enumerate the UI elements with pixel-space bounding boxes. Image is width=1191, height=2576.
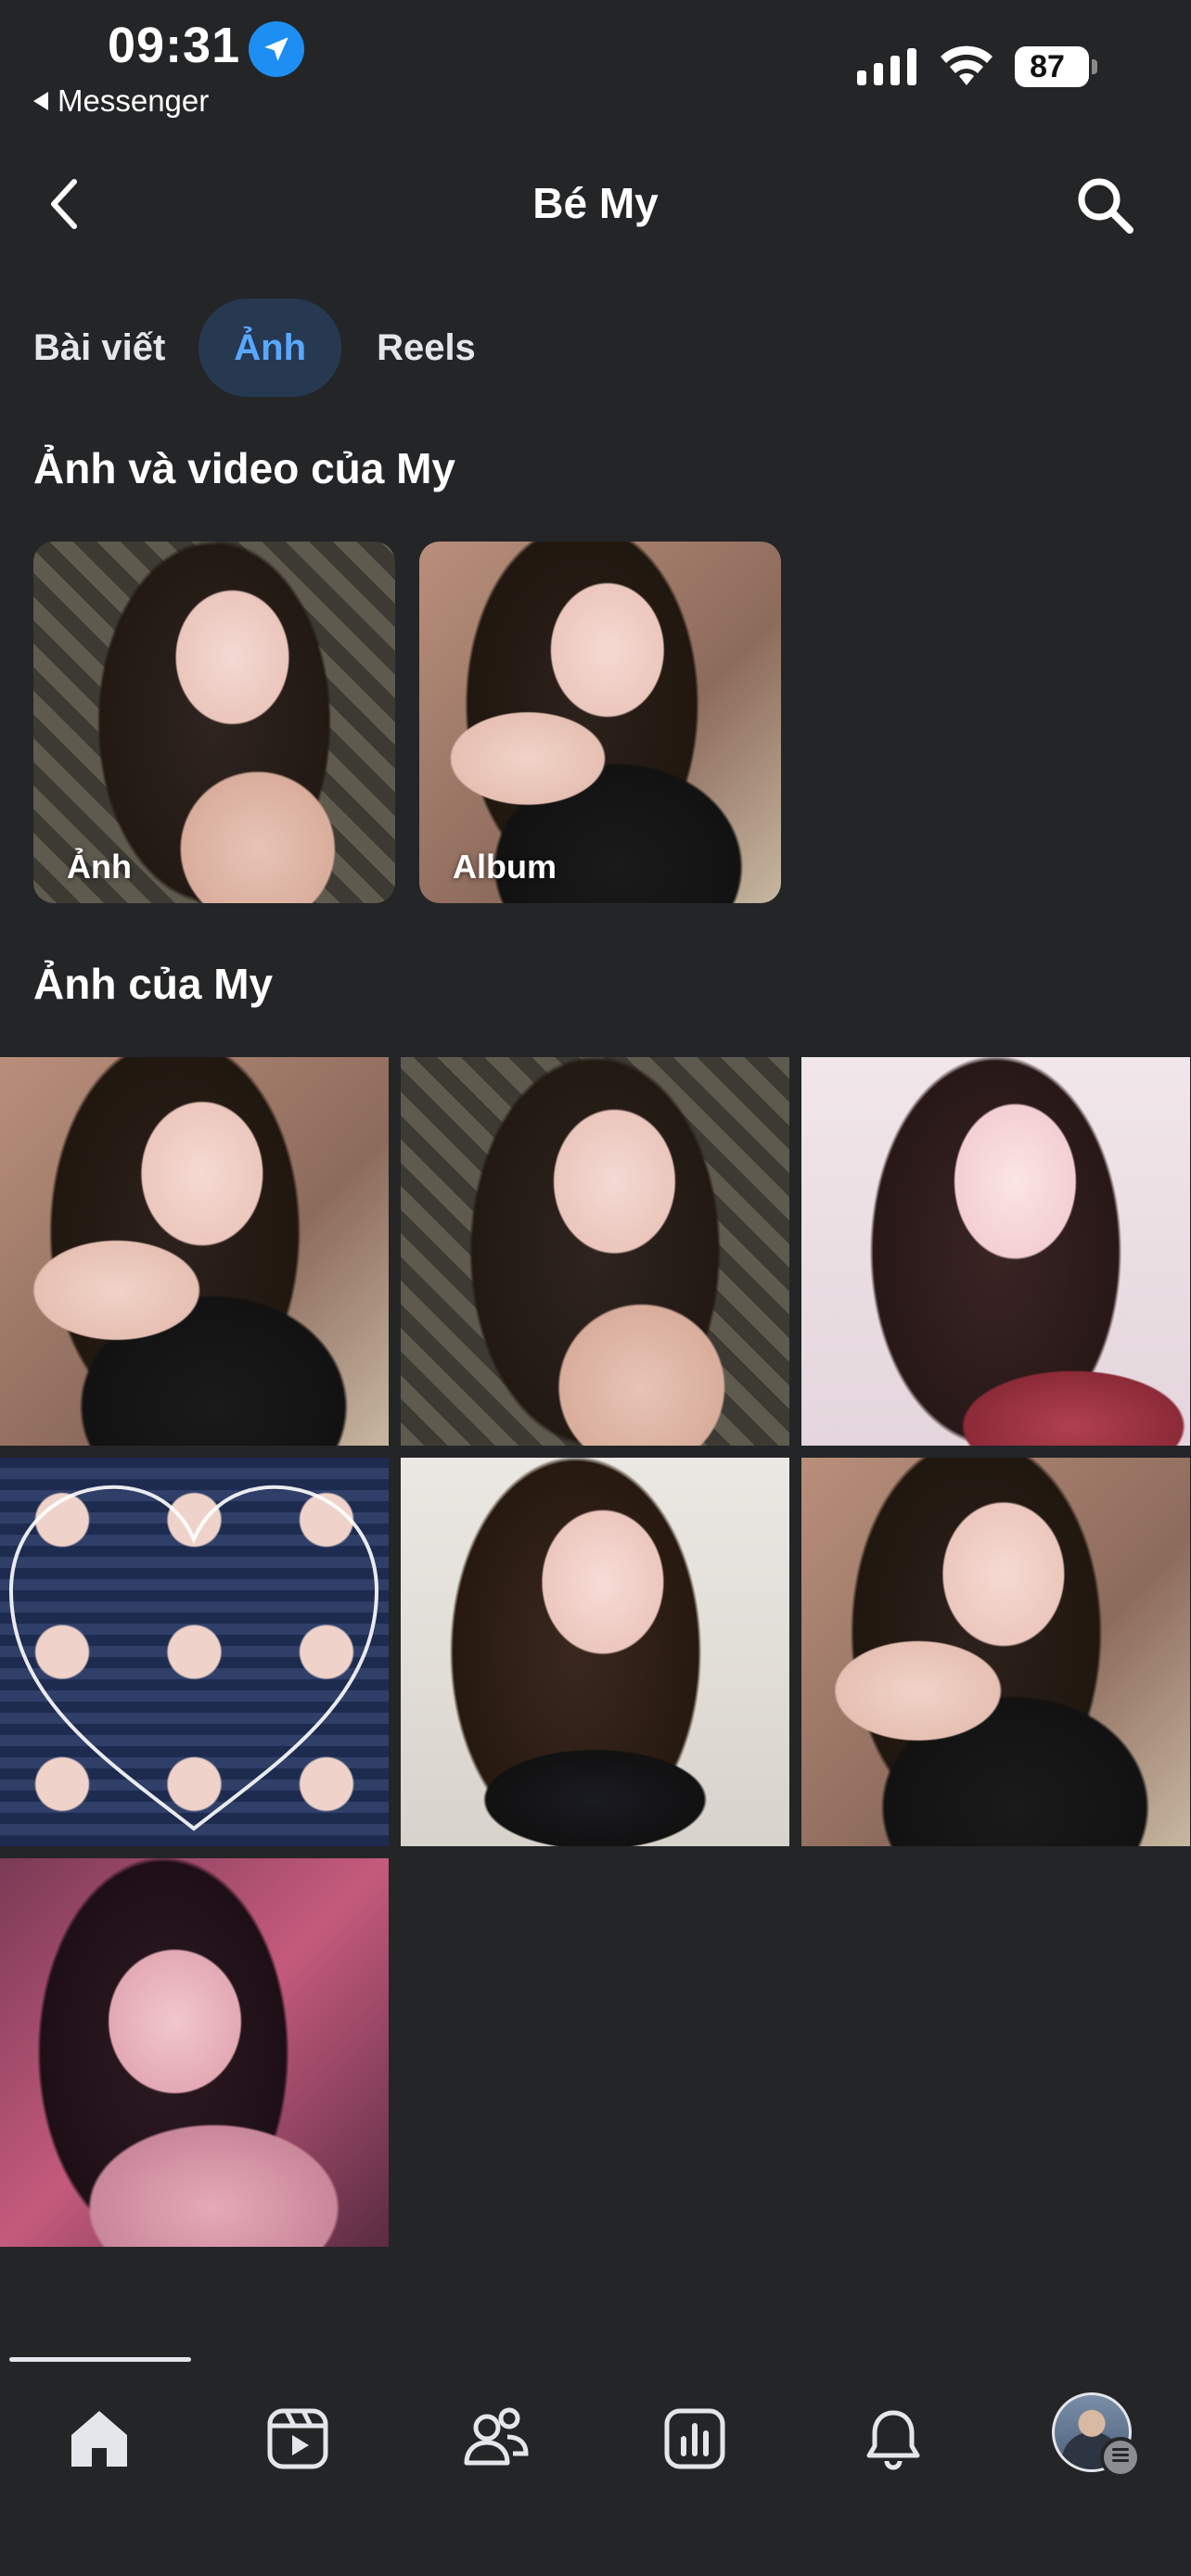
photos-section-title: Ảnh của My xyxy=(33,960,274,1008)
video-icon[interactable] xyxy=(247,2388,349,2490)
status-bar: 09:31 Messenger 87 xyxy=(0,0,1191,130)
menu-badge-icon xyxy=(1100,2437,1141,2478)
tab-bar: Bài viết Ảnh Reels xyxy=(33,299,511,397)
photo-thumbnail[interactable] xyxy=(0,1057,389,1446)
album-row: Ảnh Album xyxy=(33,542,781,903)
home-icon[interactable] xyxy=(48,2388,150,2490)
location-arrow-icon xyxy=(249,21,304,77)
photo-thumbnail[interactable] xyxy=(401,1057,789,1446)
album-label: Album xyxy=(453,848,557,886)
album-albums[interactable]: Album xyxy=(419,542,781,903)
status-time: 09:31 xyxy=(108,18,241,73)
photo-thumbnail[interactable] xyxy=(0,1458,389,1846)
tab-reels[interactable]: Reels xyxy=(341,299,511,397)
friends-icon[interactable] xyxy=(445,2388,547,2490)
media-section-title: Ảnh và video của My xyxy=(33,444,456,492)
battery-level: 87 xyxy=(1030,49,1065,84)
dashboard-icon[interactable] xyxy=(644,2388,746,2490)
photo-thumbnail[interactable] xyxy=(401,1458,789,1846)
back-triangle-icon xyxy=(33,92,48,110)
album-label: Ảnh xyxy=(67,848,132,886)
photo-thumbnail[interactable] xyxy=(801,1458,1190,1846)
search-icon[interactable] xyxy=(1074,174,1135,236)
back-to-app-link[interactable]: Messenger xyxy=(33,83,209,119)
album-photos[interactable]: Ảnh xyxy=(33,542,395,903)
photo-thumbnail[interactable] xyxy=(0,1858,389,2247)
tab-posts[interactable]: Bài viết xyxy=(0,299,198,397)
photo-grid xyxy=(0,1057,1191,2247)
tab-photos[interactable]: Ảnh xyxy=(198,299,342,397)
battery-indicator: 87 xyxy=(1015,46,1098,89)
cellular-signal-icon xyxy=(857,48,916,85)
active-tab-indicator xyxy=(9,2357,191,2362)
bell-icon[interactable] xyxy=(842,2388,944,2490)
wifi-icon xyxy=(941,45,992,85)
page-header: Bé My xyxy=(0,158,1191,250)
photo-thumbnail[interactable] xyxy=(801,1057,1190,1446)
page-title: Bé My xyxy=(532,179,659,227)
heart-frame-decoration xyxy=(8,1485,379,1831)
bottom-nav xyxy=(0,2351,1191,2576)
back-app-label: Messenger xyxy=(58,83,210,118)
